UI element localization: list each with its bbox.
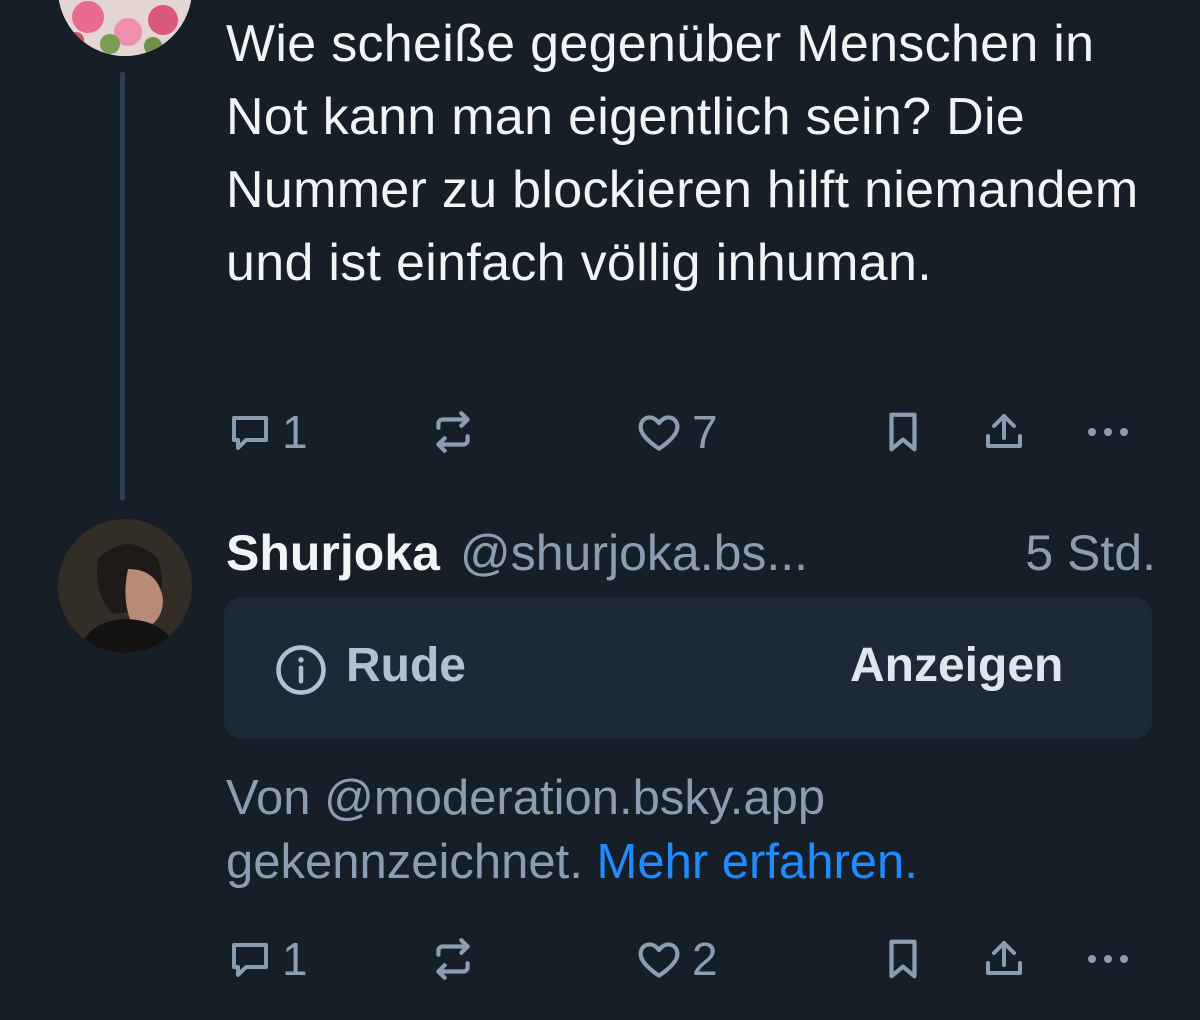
bookmark-button[interactable] [880,929,926,989]
repost-button[interactable] [428,402,478,462]
more-icon [1084,949,1132,969]
reply-icon [226,935,274,983]
like-button[interactable]: 2 [634,929,718,989]
post-text: Wie scheiße gegenüber Menschen in Not ka… [226,15,1139,292]
reply-button[interactable]: 1 [226,929,308,989]
post-header: Shurjoka @shurjoka.bs... 5 Std. [226,524,1156,586]
reply-count: 1 [282,933,308,985]
repost-icon [428,934,478,984]
like-count: 7 [692,406,718,458]
more-icon [1084,422,1132,442]
share-icon [980,408,1028,456]
post-actions: 1 2 [226,929,1156,989]
like-icon [634,407,684,457]
share-button[interactable] [980,929,1028,989]
bookmark-icon [880,409,926,455]
bookmark-button[interactable] [880,402,926,462]
post-timestamp[interactable]: 5 Std. [1025,524,1156,582]
reply-icon [226,408,274,456]
learn-more-link[interactable]: Mehr erfahren. [597,835,918,889]
repost-button[interactable] [428,929,478,989]
avatar[interactable] [58,519,192,653]
show-content-button[interactable]: Anzeigen [850,638,1063,693]
share-icon [980,935,1028,983]
more-button[interactable] [1084,929,1132,989]
reply-count: 1 [282,406,308,458]
author-handle[interactable]: @shurjoka.bs... [460,524,808,582]
repost-icon [428,407,478,457]
avatar[interactable] [58,0,192,56]
share-button[interactable] [980,402,1028,462]
more-button[interactable] [1084,402,1132,462]
thread-line [120,72,125,500]
author-name[interactable]: Shurjoka [226,524,440,582]
post-actions: 1 7 [226,402,1156,462]
moderation-note: Von @moderation.bsky.app gekennzeichnet.… [226,766,1156,894]
like-icon [634,934,684,984]
moderation-label: Rude [346,639,466,692]
info-icon [274,643,328,697]
reply-button[interactable]: 1 [226,402,308,462]
like-count: 2 [692,933,718,985]
like-button[interactable]: 7 [634,402,718,462]
bookmark-icon [880,936,926,982]
